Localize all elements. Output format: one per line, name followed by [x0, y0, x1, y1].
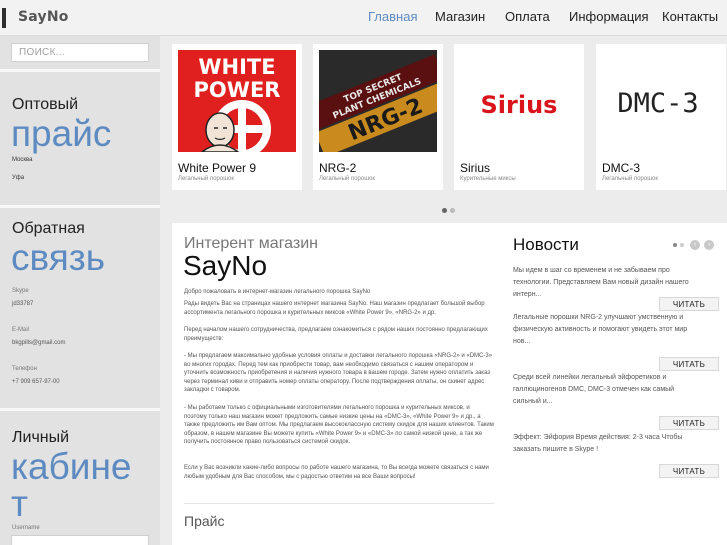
nav-contacts[interactable]: Контакты [662, 9, 718, 24]
news-heading: Новости [513, 235, 579, 254]
sidebar-divider [0, 69, 160, 72]
product-card-dmc-3[interactable]: DMC-3 DMC-3 Легальный порошок [596, 44, 726, 190]
product-subtitle: Легальный порошок [178, 176, 234, 182]
product-subtitle: Курительные миксы [460, 176, 516, 182]
sidebar: Оптовый прайс Москва Уфа Обратная связь … [0, 36, 160, 545]
account-title: Личный [12, 429, 70, 446]
product-subtitle: Легальный порошок [319, 176, 375, 182]
white-power-art-line2: POWER [194, 78, 281, 102]
username-input[interactable] [11, 535, 149, 545]
news-item: Среди всей линейки легальный эйфоретиков… [513, 374, 675, 405]
city-ufa[interactable]: Уфа [12, 175, 24, 181]
paragraph: - Мы предлагаем максимально удобные усло… [184, 353, 493, 394]
account-link[interactable]: кабине [11, 447, 131, 487]
username-label: Username [12, 525, 40, 531]
nav-home[interactable]: Главная [368, 9, 417, 24]
city-moscow[interactable]: Москва [12, 157, 32, 163]
news-item: Легальные порошки NRG-2 улучшают умствен… [513, 314, 688, 345]
product-card-nrg-2[interactable]: TOP SECRET PLANT CHEMICALS NRG-2 NRG-2 Л… [313, 44, 443, 190]
news-prev-icon[interactable]: ‹ [690, 240, 700, 250]
news-dot[interactable] [680, 243, 684, 247]
feedback-link[interactable]: связь [11, 238, 105, 278]
wholesale-title: Оптовый [12, 96, 79, 113]
top-bar: SayNo Главная Магазин Оплата Информация … [0, 0, 727, 36]
product-image[interactable]: TOP SECRET PLANT CHEMICALS NRG-2 [319, 50, 437, 152]
sirius-art: Sirius [481, 91, 558, 119]
nav-shop[interactable]: Магазин [435, 9, 485, 24]
news-dot-active[interactable] [673, 243, 677, 247]
read-button[interactable]: ЧИТАТЬ [659, 464, 719, 478]
product-image[interactable]: WHITE POWER [178, 50, 296, 152]
paragraph: Если у Вас возникли какие-либо вопросы п… [184, 465, 489, 480]
carousel-dot-active[interactable] [442, 208, 447, 213]
product-title[interactable]: DMC-3 [602, 161, 640, 175]
phone-value: +7 909 657-97-00 [12, 379, 60, 385]
search-box [11, 43, 149, 62]
account-link-tail[interactable]: т [11, 484, 28, 524]
nrg-2-art: TOP SECRET PLANT CHEMICALS NRG-2 [319, 50, 437, 152]
product-title[interactable]: NRG-2 [319, 161, 356, 175]
nav-info[interactable]: Информация [569, 9, 649, 24]
product-title[interactable]: Sirius [460, 161, 490, 175]
sirius-art-text: Sirius [481, 91, 558, 119]
paragraph: Рады видеть Вас на страницах нашего инте… [184, 301, 485, 316]
logo-mark [2, 8, 6, 28]
news-item: Мы идем в шаг со временем и не забываем … [513, 267, 689, 298]
white-power-art: WHITE POWER [178, 50, 296, 152]
read-button[interactable]: ЧИТАТЬ [659, 297, 719, 311]
content-divider [184, 503, 494, 504]
product-subtitle: Легальный порошок [602, 176, 658, 182]
skype-value: jd33787 [12, 301, 34, 307]
email-value[interactable]: bkgpills@gmail.com [12, 340, 65, 346]
paragraph: Добро пожаловать в интернет-магазин лега… [184, 289, 371, 295]
site-logo[interactable]: SayNo [18, 9, 69, 25]
news-item: Эффект: Эйфория Время действия: 2-3 часа… [513, 434, 683, 453]
product-image[interactable]: Sirius [460, 50, 578, 152]
feedback-title: Обратная [12, 220, 85, 237]
white-power-art-line1: WHITE [198, 55, 275, 79]
sidebar-divider [0, 205, 160, 208]
dmc-3-art-text: DMC-3 [617, 88, 698, 119]
sidebar-divider [0, 408, 160, 411]
news-next-icon[interactable]: › [704, 240, 714, 250]
read-button[interactable]: ЧИТАТЬ [659, 357, 719, 371]
brand-heading: SayNo [183, 250, 268, 281]
dmc-3-art: DMC-3 [617, 88, 698, 119]
phone-label: Телефон [12, 366, 37, 372]
nav-payment[interactable]: Оплата [505, 9, 550, 24]
skype-label: Skype [12, 288, 29, 294]
paragraph: - Мы работаем только с официальными изго… [184, 405, 494, 446]
paragraph: Перед началом нашего сотрудничества, пре… [184, 327, 488, 342]
read-button[interactable]: ЧИТАТЬ [659, 416, 719, 430]
wholesale-link[interactable]: прайс [11, 114, 111, 154]
search-input[interactable] [12, 44, 148, 61]
price-heading: Прайс [184, 513, 225, 529]
product-title[interactable]: White Power 9 [178, 161, 256, 175]
product-card-white-power[interactable]: WHITE POWER White Power 9 Легальный поро… [172, 44, 302, 190]
product-image[interactable]: DMC-3 [602, 50, 720, 152]
product-card-sirius[interactable]: Sirius Sirius Курительные миксы [454, 44, 584, 190]
email-label: E-Mail [12, 327, 30, 333]
carousel-dot[interactable] [450, 208, 455, 213]
